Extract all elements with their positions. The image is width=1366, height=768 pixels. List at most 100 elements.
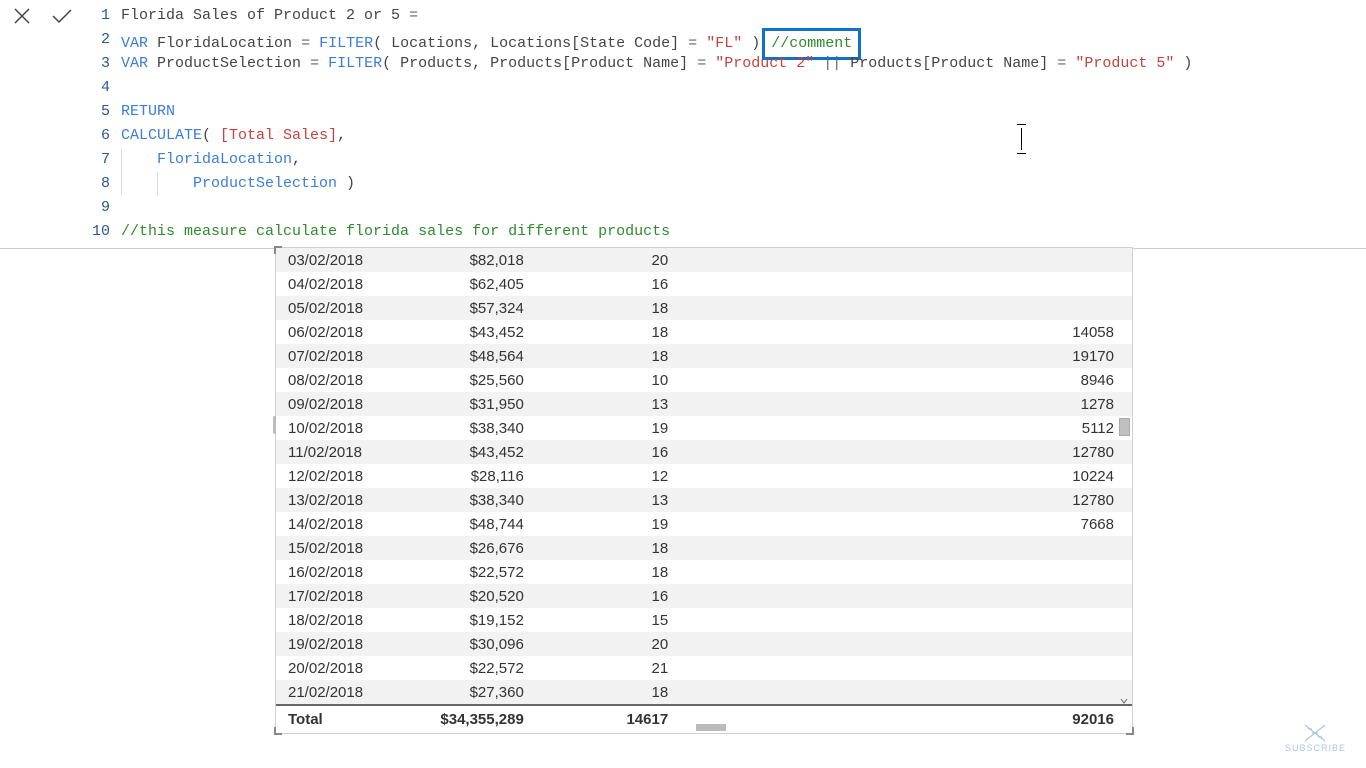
line-number: 3: [92, 52, 110, 76]
cell-date: 09/02/2018: [276, 392, 410, 416]
cell-amount: $31,950: [410, 392, 534, 416]
vertical-scrollbar[interactable]: [1117, 252, 1130, 707]
cell-qty: 18: [534, 296, 678, 320]
cell-date: 04/02/2018: [276, 272, 410, 296]
table-row: 06/02/2018$43,4521814058: [276, 320, 1132, 344]
cell-qty: 19: [534, 416, 678, 440]
cell-qty: 20: [534, 248, 678, 272]
cell-value: 12780: [678, 488, 1132, 512]
hscroll-thumb[interactable]: [696, 724, 726, 731]
cell-amount: $30,096: [410, 632, 534, 656]
commit-button[interactable]: [50, 4, 74, 28]
cell-amount: $43,452: [410, 320, 534, 344]
cell-date: 19/02/2018: [276, 632, 410, 656]
cell-value: [678, 248, 1132, 272]
cell-qty: 15: [534, 608, 678, 632]
table-row: 20/02/2018$22,57221: [276, 656, 1132, 680]
cell-value: [678, 296, 1132, 320]
cell-date: 11/02/2018: [276, 440, 410, 464]
cell-value: 5112: [678, 416, 1132, 440]
cell-amount: $48,744: [410, 512, 534, 536]
results-table-visual[interactable]: 03/02/2018$82,0182004/02/2018$62,4051605…: [275, 247, 1133, 734]
cell-value: 14058: [678, 320, 1132, 344]
cell-date: 13/02/2018: [276, 488, 410, 512]
code-line-8: ProductSelection ): [121, 172, 1366, 196]
cell-amount: $43,452: [410, 440, 534, 464]
table-row: 03/02/2018$82,01820: [276, 248, 1132, 272]
cell-amount: $25,560: [410, 368, 534, 392]
cell-qty: 18: [534, 536, 678, 560]
line-number: 5: [92, 100, 110, 124]
cell-amount: $19,152: [410, 608, 534, 632]
cell-value: [678, 656, 1132, 680]
code-line-10: //this measure calculate florida sales f…: [121, 220, 1366, 244]
table-row: 10/02/2018$38,340195112: [276, 416, 1132, 440]
cell-amount: $57,324: [410, 296, 534, 320]
line-number: 2: [92, 28, 110, 52]
table-row: 13/02/2018$38,3401312780: [276, 488, 1132, 512]
line-number: 4: [92, 76, 110, 100]
cell-amount: $22,572: [410, 560, 534, 584]
cell-qty: 16: [534, 584, 678, 608]
cell-value: 8946: [678, 368, 1132, 392]
cell-qty: 18: [534, 680, 678, 704]
table-row: 18/02/2018$19,15215: [276, 608, 1132, 632]
line-gutter: 12345678910: [84, 4, 121, 244]
code-line-6: CALCULATE( [Total Sales],: [121, 124, 1366, 148]
cell-date: 20/02/2018: [276, 656, 410, 680]
cell-amount: $22,572: [410, 656, 534, 680]
cell-value: [678, 272, 1132, 296]
formula-actions: [0, 0, 84, 248]
table-row: 15/02/2018$26,67618: [276, 536, 1132, 560]
cell-date: 05/02/2018: [276, 296, 410, 320]
code-line-1: Florida Sales of Product 2 or 5 =: [121, 4, 1366, 28]
code-line-7: FloridaLocation,: [121, 148, 1366, 172]
horizontal-scrollbar[interactable]: [276, 723, 1132, 733]
data-table: 03/02/2018$82,0182004/02/2018$62,4051605…: [276, 248, 1132, 704]
table-row: 21/02/2018$27,36018: [276, 680, 1132, 704]
table-row: 14/02/2018$48,744197668: [276, 512, 1132, 536]
cell-date: 14/02/2018: [276, 512, 410, 536]
cell-qty: 18: [534, 344, 678, 368]
cell-qty: 12: [534, 464, 678, 488]
table-row: 07/02/2018$48,5641819170: [276, 344, 1132, 368]
cell-qty: 18: [534, 320, 678, 344]
cell-date: 15/02/2018: [276, 536, 410, 560]
scrollbar-thumb[interactable]: [1119, 418, 1130, 436]
cell-date: 06/02/2018: [276, 320, 410, 344]
cancel-button[interactable]: [10, 4, 34, 28]
cell-amount: $26,676: [410, 536, 534, 560]
cell-amount: $38,340: [410, 416, 534, 440]
cell-qty: 13: [534, 488, 678, 512]
dax-editor[interactable]: 12345678910 Florida Sales of Product 2 o…: [84, 0, 1366, 248]
cell-date: 07/02/2018: [276, 344, 410, 368]
cell-value: 10224: [678, 464, 1132, 488]
table-row: 19/02/2018$30,09620: [276, 632, 1132, 656]
line-number: 8: [92, 172, 110, 196]
watermark-logo: SUBSCRIBE: [1285, 723, 1346, 753]
dna-icon: [1300, 723, 1330, 743]
cell-value: 7668: [678, 512, 1132, 536]
code-line-9: [121, 196, 1366, 220]
code-line-5: RETURN: [121, 100, 1366, 124]
table-row: 08/02/2018$25,560108946: [276, 368, 1132, 392]
cell-amount: $20,520: [410, 584, 534, 608]
cell-date: 21/02/2018: [276, 680, 410, 704]
cell-date: 12/02/2018: [276, 464, 410, 488]
code-line-3: VAR ProductSelection = FILTER( Products,…: [121, 52, 1366, 76]
cell-date: 10/02/2018: [276, 416, 410, 440]
cell-value: [678, 608, 1132, 632]
scroll-down-icon[interactable]: [1117, 694, 1130, 707]
cell-value: 19170: [678, 344, 1132, 368]
code-line-4: [121, 76, 1366, 100]
cell-qty: 21: [534, 656, 678, 680]
cell-date: 18/02/2018: [276, 608, 410, 632]
cell-qty: 10: [534, 368, 678, 392]
table-row: 12/02/2018$28,1161210224: [276, 464, 1132, 488]
cell-amount: $28,116: [410, 464, 534, 488]
line-number: 9: [92, 196, 110, 220]
cell-date: 16/02/2018: [276, 560, 410, 584]
cell-amount: $48,564: [410, 344, 534, 368]
code-content[interactable]: Florida Sales of Product 2 or 5 = VAR Fl…: [121, 4, 1366, 244]
cell-amount: $38,340: [410, 488, 534, 512]
